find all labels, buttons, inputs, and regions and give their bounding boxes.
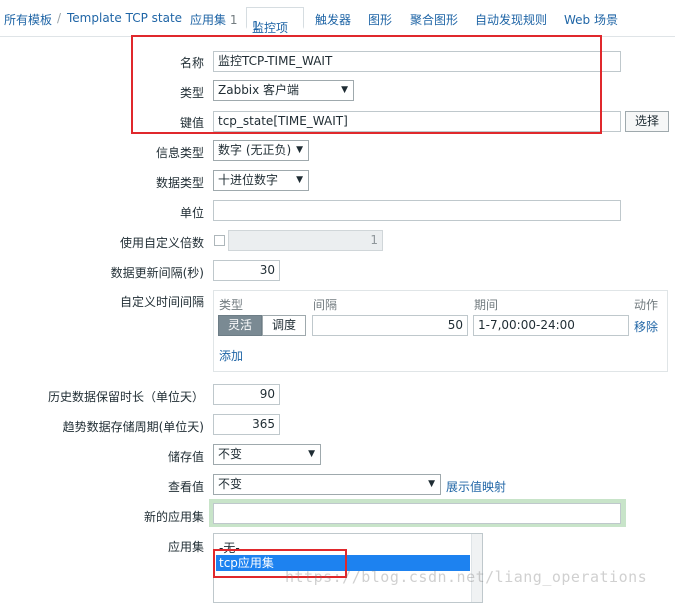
multiplier-label: 使用自定义倍数 bbox=[119, 236, 204, 250]
key-select-button[interactable]: 选择 bbox=[625, 111, 669, 132]
history-label: 历史数据保留时长（单位天） bbox=[47, 390, 204, 404]
trends-input[interactable]: 365 bbox=[213, 414, 280, 435]
add-interval-link[interactable]: 添加 bbox=[219, 347, 243, 364]
info-type-label: 信息类型 bbox=[155, 146, 204, 160]
flexible-toggle[interactable]: 灵活 bbox=[218, 315, 262, 336]
breadcrumb-separator: / bbox=[57, 11, 62, 25]
scheduling-toggle[interactable]: 调度 bbox=[262, 315, 306, 336]
tab-items[interactable]: 监控项 1 bbox=[246, 7, 304, 35]
new-application-input[interactable] bbox=[213, 503, 621, 524]
chevron-down-icon: ▼ bbox=[296, 175, 303, 185]
tab-screens[interactable]: 聚合图形 bbox=[410, 11, 458, 28]
multiplier-input[interactable]: 1 bbox=[228, 230, 383, 251]
tab-web[interactable]: Web 场景 bbox=[564, 11, 618, 28]
units-input[interactable] bbox=[213, 200, 621, 221]
store-value-select[interactable]: 不变 ▼ bbox=[213, 444, 321, 465]
update-interval-input[interactable]: 30 bbox=[213, 260, 280, 281]
template-name-link[interactable]: Template TCP state bbox=[67, 11, 182, 25]
period-input[interactable]: 1-7,00:00-24:00 bbox=[473, 315, 629, 336]
interval-input[interactable]: 50 bbox=[312, 315, 468, 336]
show-value-select[interactable]: 不变 ▼ bbox=[213, 474, 441, 495]
tab-graphs[interactable]: 图形 bbox=[368, 11, 392, 28]
chevron-down-icon: ▼ bbox=[428, 479, 435, 489]
tab-applications-label: 应用集 bbox=[190, 13, 227, 27]
tab-applications-count: 1 bbox=[229, 13, 238, 27]
col-type-header: 类型 bbox=[219, 298, 244, 312]
tab-items-count: 1 bbox=[252, 19, 260, 33]
multiplier-checkbox[interactable] bbox=[214, 235, 225, 246]
data-type-label: 数据类型 bbox=[155, 176, 204, 190]
info-type-value: 数字 (无正负) bbox=[218, 143, 292, 157]
value-mapping-link[interactable]: 展示值映射 bbox=[446, 478, 506, 495]
custom-intervals-label: 自定义时间间隔 bbox=[119, 295, 204, 309]
tab-applications[interactable]: 应用集 1 bbox=[190, 11, 237, 28]
store-value-value: 不变 bbox=[218, 447, 243, 461]
trends-label: 趋势数据存储周期(单位天) bbox=[62, 420, 204, 434]
applications-label: 应用集 bbox=[167, 540, 204, 554]
store-value-label: 储存值 bbox=[167, 450, 204, 464]
col-period-header: 期间 bbox=[474, 298, 499, 312]
all-templates-link[interactable]: 所有模板 bbox=[4, 11, 52, 28]
show-value-label: 查看值 bbox=[167, 480, 204, 494]
col-interval-header: 间隔 bbox=[313, 298, 338, 312]
chevron-down-icon: ▼ bbox=[308, 449, 315, 459]
units-label: 单位 bbox=[179, 206, 204, 220]
tab-discovery[interactable]: 自动发现规则 bbox=[475, 11, 547, 28]
data-type-value: 十进位数字 bbox=[218, 173, 279, 187]
update-interval-label: 数据更新间隔(秒) bbox=[110, 266, 204, 280]
remove-link[interactable]: 移除 bbox=[634, 318, 658, 335]
show-value-value: 不变 bbox=[218, 477, 243, 491]
col-action-header: 动作 bbox=[634, 298, 659, 312]
data-type-select[interactable]: 十进位数字 ▼ bbox=[213, 170, 309, 191]
new-application-label: 新的应用集 bbox=[143, 510, 204, 524]
info-type-select[interactable]: 数字 (无正负) ▼ bbox=[213, 140, 309, 161]
highlight-box-top bbox=[131, 35, 602, 134]
tab-triggers[interactable]: 触发器 bbox=[315, 11, 351, 28]
chevron-down-icon: ▼ bbox=[296, 145, 303, 155]
watermark-text: https://blog.csdn.net/liang_operations bbox=[285, 568, 648, 586]
breadcrumb-nav: 所有模板 / Template TCP state 应用集 1 监控项 1 触发… bbox=[0, 0, 675, 36]
history-input[interactable]: 90 bbox=[213, 384, 280, 405]
